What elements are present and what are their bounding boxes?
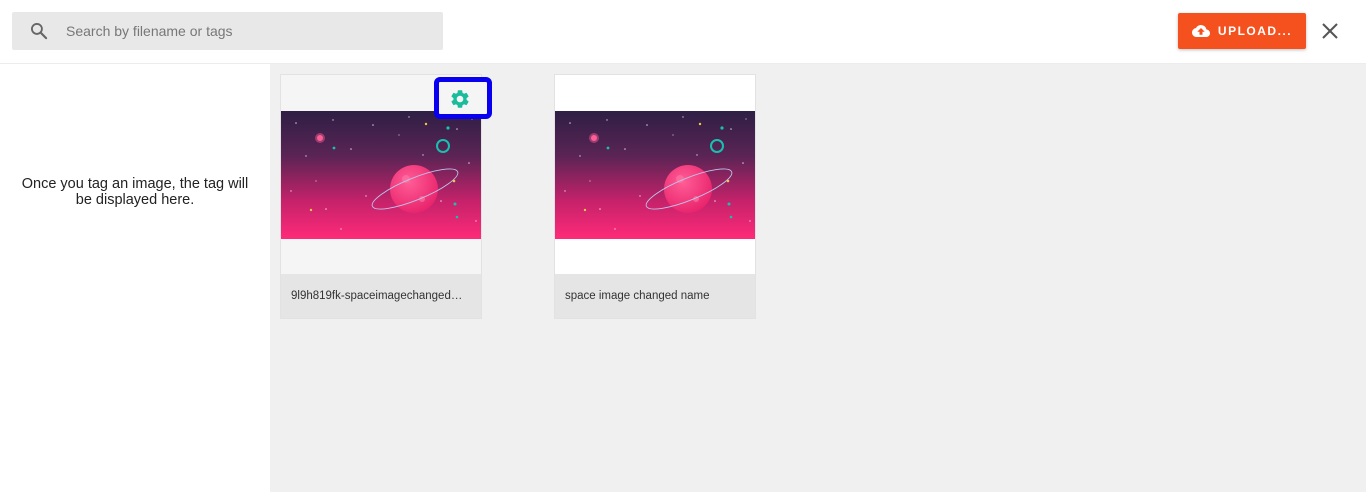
settings-button[interactable] [434,77,492,119]
image-grid: 9l9h819fk-spaceimagechanged… space image… [270,64,1366,492]
cloud-upload-icon [1191,25,1210,37]
close-icon[interactable] [1318,19,1342,43]
image-filename: 9l9h819fk-spaceimagechanged… [291,290,463,302]
top-bar: UPLOAD... [0,0,1366,64]
gear-icon[interactable] [449,88,471,110]
image-thumbnail[interactable] [281,111,481,239]
tags-sidebar: Once you tag an image, the tag will be d… [0,64,270,492]
card-footer: 9l9h819fk-spaceimagechanged… [281,274,481,318]
upload-button[interactable]: UPLOAD... [1178,13,1306,49]
image-card[interactable]: 9l9h819fk-spaceimagechanged… [280,74,492,319]
image-thumbnail[interactable] [555,111,755,239]
empty-tags-message: Once you tag an image, the tag will be d… [21,176,249,208]
upload-button-label: UPLOAD... [1217,24,1293,38]
image-filename: space image changed name [565,290,710,302]
search-icon [30,23,48,40]
card-footer: space image changed name [555,274,755,318]
search-box[interactable] [12,12,443,50]
image-card[interactable]: space image changed name [554,74,756,319]
search-input[interactable] [66,12,436,50]
